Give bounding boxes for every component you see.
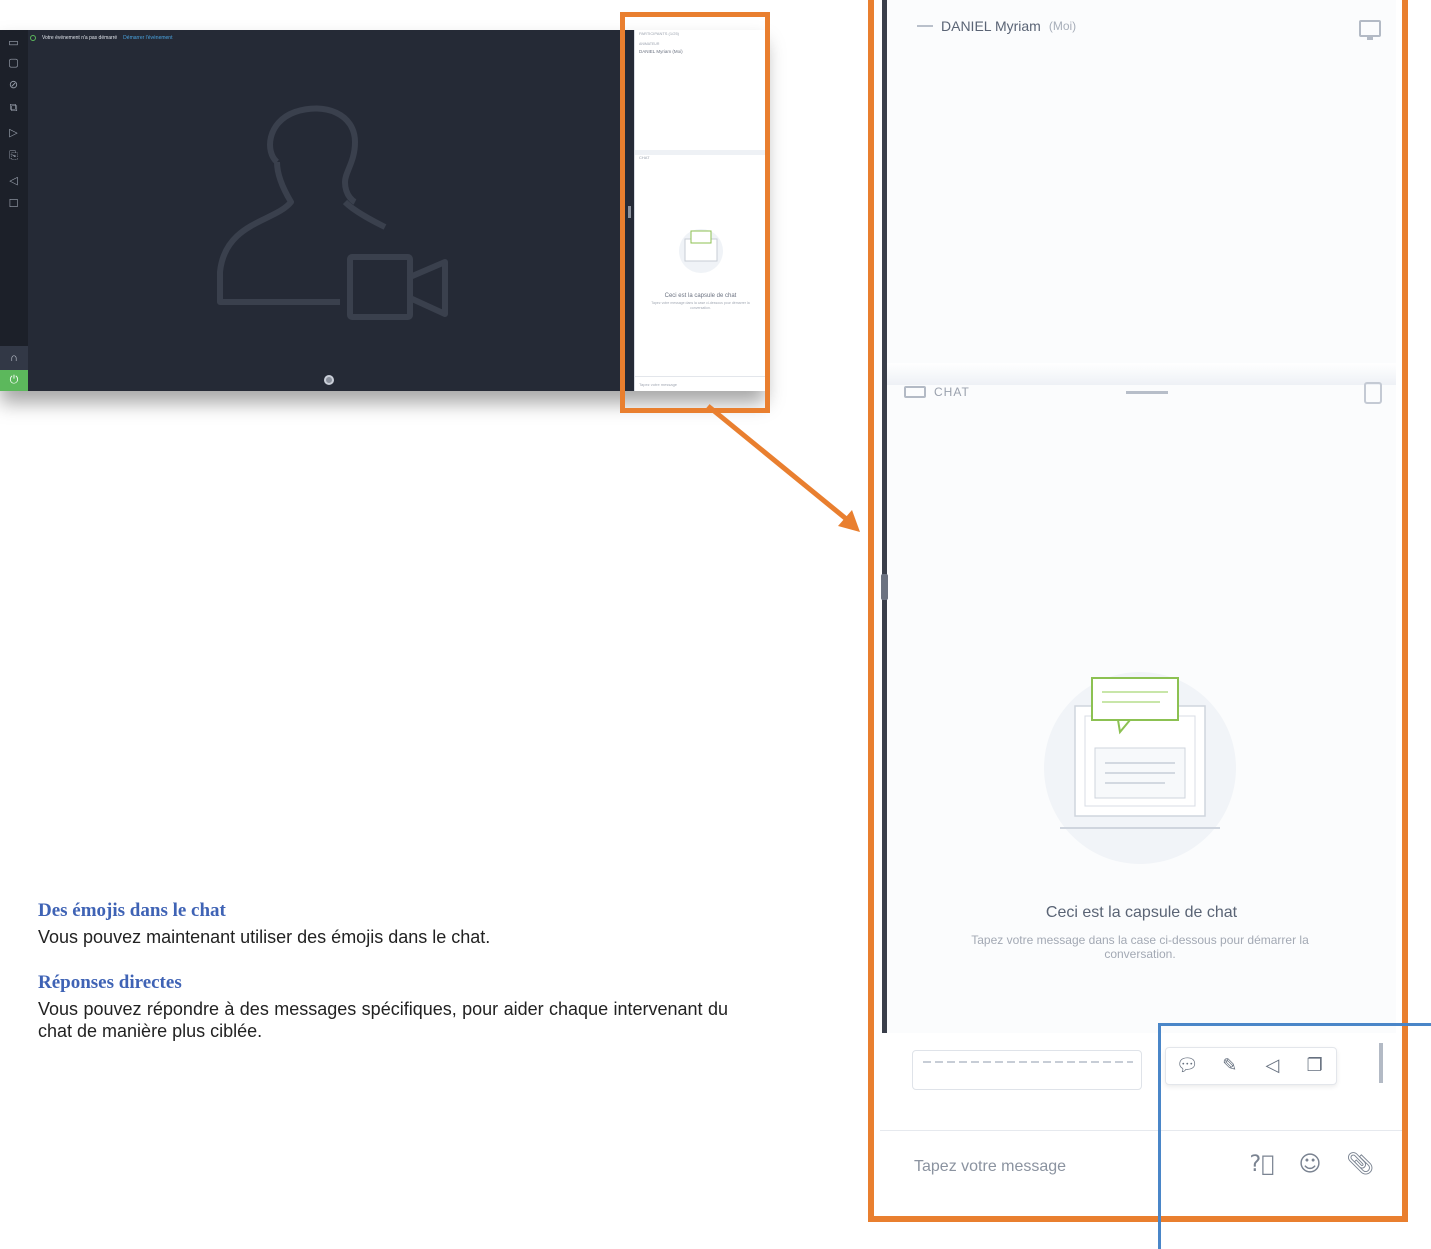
poll-icon[interactable]: ☐	[7, 197, 20, 210]
app-sidebar: ▭ ▢ ⊘ ⧉ ▷ ⎘ ◁ ☐ ∩ ⏻	[0, 30, 28, 391]
media-icon[interactable]: ▷	[7, 126, 20, 139]
video-placeholder-icon	[217, 105, 448, 320]
camera-icon[interactable]: ▭	[7, 36, 20, 49]
documents-icon[interactable]: ⎘	[7, 149, 20, 162]
body-emojis: Vous pouvez maintenant utiliser des émoj…	[38, 927, 491, 947]
highlight-frame-blue	[1158, 1023, 1431, 1249]
highlight-frame-small	[620, 12, 770, 413]
compass-icon[interactable]: ⊘	[7, 78, 20, 91]
layout-icon[interactable]: ⧉	[7, 101, 20, 114]
announce-icon[interactable]: ◁	[7, 174, 20, 187]
status-indicator-icon	[30, 35, 36, 41]
start-event-link[interactable]: Démarrer l'événement	[123, 35, 172, 41]
heading-emojis: Des émojis dans le chat	[38, 900, 226, 921]
zoom-arrow-icon	[706, 404, 860, 532]
event-status-bar: Votre événement n'a pas démarré Démarrer…	[30, 33, 172, 43]
power-button[interactable]: ⏻	[0, 370, 28, 391]
screen-share-icon[interactable]: ▢	[7, 56, 20, 69]
settings-icon[interactable]	[324, 375, 334, 385]
status-text: Votre événement n'a pas démarré	[42, 35, 118, 41]
body-replies: Vous pouvez répondre à des messages spéc…	[38, 999, 728, 1041]
feature-description: Des émojis dans le chat Vous pouvez main…	[38, 900, 728, 1042]
heading-replies: Réponses directes	[38, 972, 182, 993]
headset-icon[interactable]: ∩	[0, 346, 28, 370]
